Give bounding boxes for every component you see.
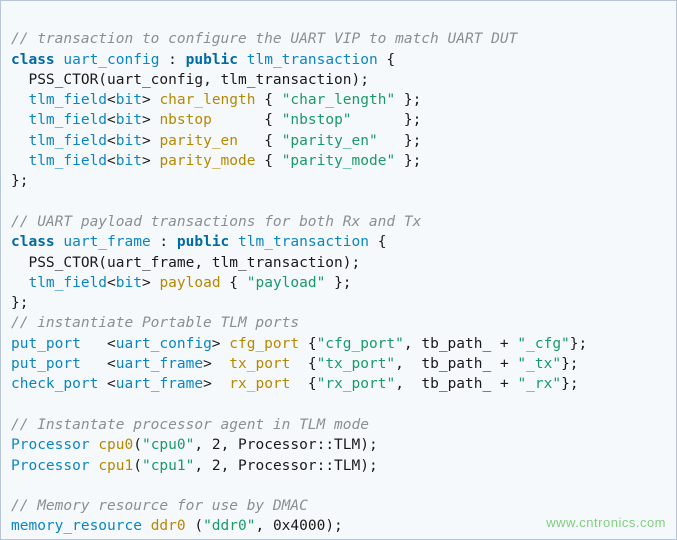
type-put-port: put_port	[11, 356, 81, 372]
comment-frame: // UART payload transactions for both Rx…	[11, 214, 421, 230]
str-cpu0: "cpu0"	[142, 437, 194, 453]
var-cpu0: cpu0	[98, 437, 133, 453]
var-cpu1: cpu1	[98, 458, 133, 474]
str-parity-en: "parity_en"	[282, 133, 378, 149]
type-processor: Processor	[11, 437, 90, 453]
str-rx-suffix: "_rx"	[517, 376, 561, 392]
arg-cpu0: 2	[212, 437, 221, 453]
var-cfg-port: cfg_port	[229, 336, 299, 352]
ctor-uart-config: PSS_CTOR(uart_config, tlm_transaction);	[28, 72, 368, 88]
type-tlm-transaction: tlm_transaction	[247, 52, 378, 68]
comment-proc: // Instantate processor agent in TLM mod…	[11, 417, 369, 433]
type-put-port: put_port	[11, 336, 81, 352]
str-nbstop: "nbstop"	[282, 112, 352, 128]
field-payload: payload	[159, 275, 220, 291]
code-block: // transaction to configure the UART VIP…	[0, 0, 677, 540]
comment-mem: // Memory resource for use by DMAC	[11, 498, 308, 514]
type-tlm-transaction: tlm_transaction	[238, 234, 369, 250]
var-rx-port: rx_port	[229, 376, 290, 392]
str-parity-mode: "parity_mode"	[282, 153, 396, 169]
str-char-length: "char_length"	[282, 92, 396, 108]
type-uart-frame: uart_frame	[116, 376, 203, 392]
tb-path: tb_path_	[421, 376, 491, 392]
type-bit: bit	[116, 153, 142, 169]
field-nbstop: nbstop	[159, 112, 211, 128]
comment-config: // transaction to configure the UART VIP…	[11, 31, 517, 47]
kw-public: public	[177, 234, 229, 250]
str-tx-suffix: "_tx"	[517, 356, 561, 372]
type-tlm-field: tlm_field	[28, 275, 107, 291]
str-cpu1: "cpu1"	[142, 458, 194, 474]
type-tlm-field: tlm_field	[28, 133, 107, 149]
comment-ports: // instantiate Portable TLM ports	[11, 315, 299, 331]
type-bit: bit	[116, 275, 142, 291]
type-uart-frame: uart_frame	[63, 234, 150, 250]
kw-public: public	[186, 52, 238, 68]
arg-cpu1: 2	[212, 458, 221, 474]
type-bit: bit	[116, 133, 142, 149]
tb-path: tb_path_	[421, 336, 491, 352]
field-parity-mode: parity_mode	[159, 153, 255, 169]
str-tx-port: "tx_port"	[317, 356, 396, 372]
type-processor: Processor	[11, 458, 90, 474]
type-check-port: check_port	[11, 376, 98, 392]
proc-mode: Processor::TLM	[238, 458, 360, 474]
type-memory-resource: memory_resource	[11, 518, 142, 534]
watermark: www.cntronics.com	[546, 513, 666, 533]
str-cfg-port: "cfg_port"	[317, 336, 404, 352]
str-rx-port: "rx_port"	[317, 376, 396, 392]
str-cfg-suffix: "_cfg"	[517, 336, 569, 352]
var-ddr0: ddr0	[151, 518, 186, 534]
mem-size: 0x4000	[273, 518, 325, 534]
type-tlm-field: tlm_field	[28, 92, 107, 108]
tb-path: tb_path_	[421, 356, 491, 372]
kw-class: class	[11, 234, 55, 250]
kw-class: class	[11, 52, 55, 68]
type-uart-frame: uart_frame	[116, 356, 203, 372]
proc-mode: Processor::TLM	[238, 437, 360, 453]
type-uart-config: uart_config	[63, 52, 159, 68]
type-tlm-field: tlm_field	[28, 153, 107, 169]
str-payload: "payload"	[247, 275, 326, 291]
type-uart-config: uart_config	[116, 336, 212, 352]
ctor-uart-frame: PSS_CTOR(uart_frame, tlm_transaction);	[28, 255, 360, 271]
type-bit: bit	[116, 112, 142, 128]
field-char-length: char_length	[159, 92, 255, 108]
field-parity-en: parity_en	[159, 133, 238, 149]
str-ddr0: "ddr0"	[203, 518, 255, 534]
type-bit: bit	[116, 92, 142, 108]
type-tlm-field: tlm_field	[28, 112, 107, 128]
var-tx-port: tx_port	[229, 356, 290, 372]
